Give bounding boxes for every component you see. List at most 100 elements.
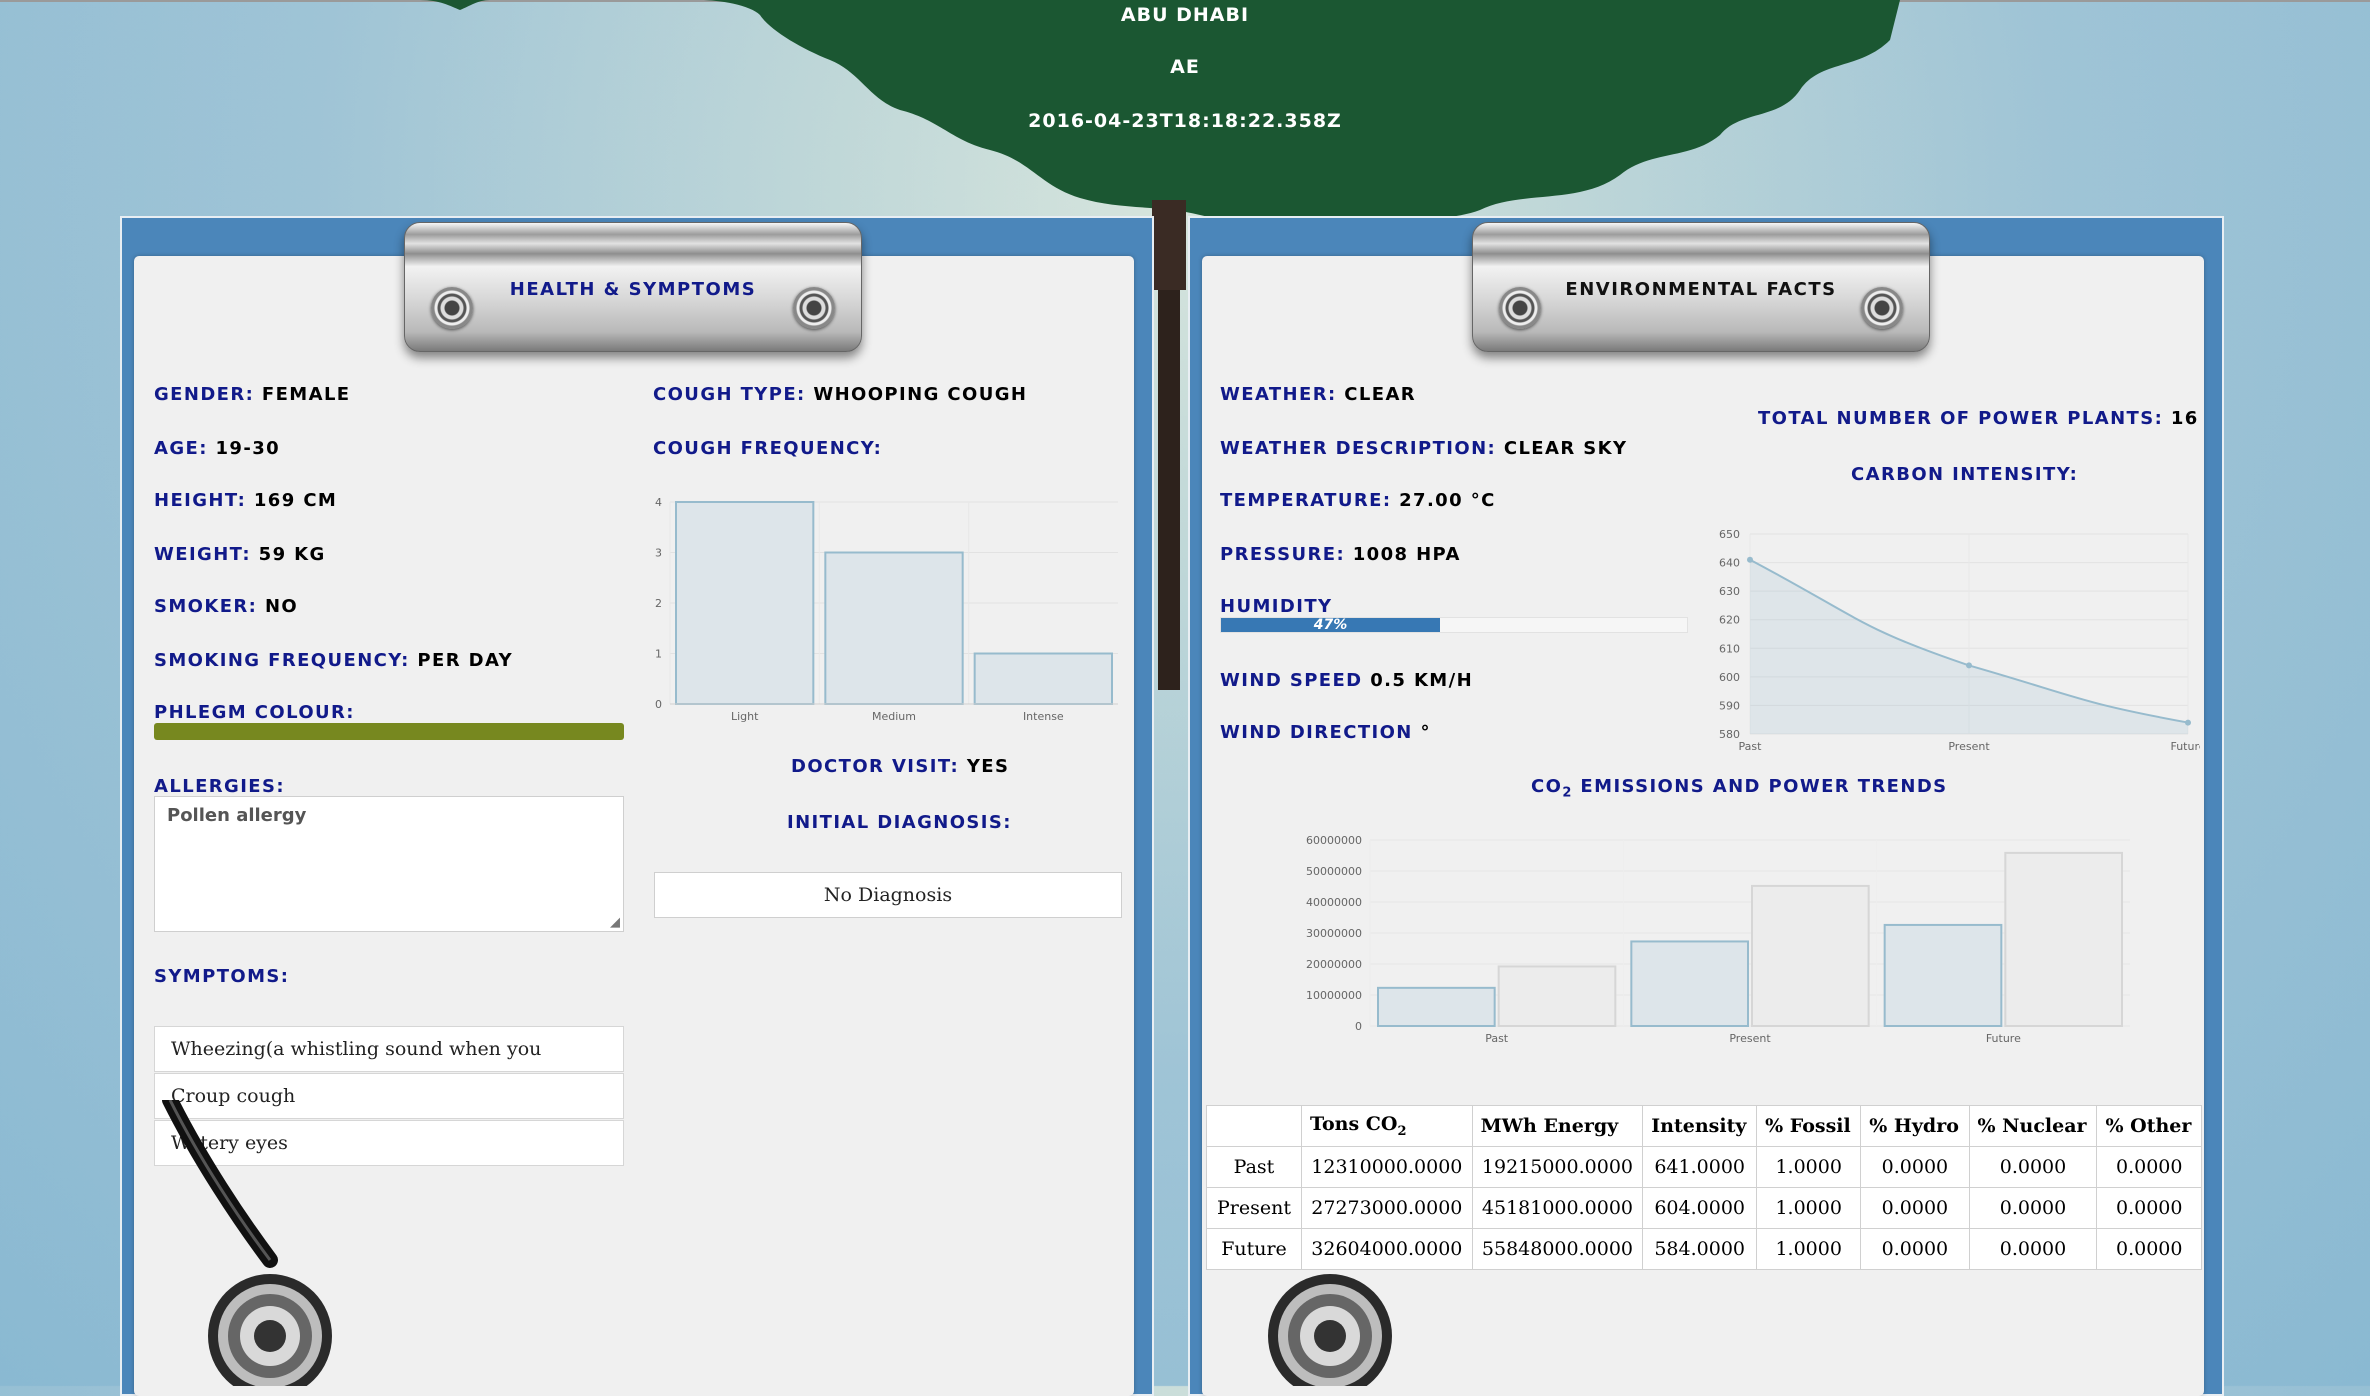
- temperature-value: 27.00 °C: [1399, 490, 1496, 511]
- y-tick-label: 580: [1719, 728, 1740, 741]
- age-value: 19-30: [215, 438, 281, 459]
- weight-value: 59 KG: [258, 544, 326, 565]
- table-row: Present 27273000.0000 45181000.0000 604.…: [1206, 1187, 2202, 1229]
- table-row: Past 12310000.0000 19215000.0000 641.000…: [1206, 1146, 2202, 1188]
- emissions-title-prefix: CO: [1531, 776, 1563, 797]
- cough-frequency-label: COUGH FREQUENCY:: [653, 438, 883, 459]
- x-tick-label: Present: [1948, 740, 1990, 753]
- humidity-percent: 47%: [1313, 617, 1348, 633]
- y-tick-label: 2: [655, 597, 662, 610]
- diagnosis-box: No Diagnosis: [654, 872, 1122, 918]
- stethoscope-image: [162, 1100, 332, 1386]
- table-cell: 1.0000: [1756, 1228, 1862, 1270]
- allergies-value: Pollen allergy: [167, 805, 307, 826]
- diagnosis-value: No Diagnosis: [823, 884, 953, 906]
- emissions-chart: 0 10000000 20000000 30000000 40000000 5000000…: [1306, 834, 2130, 1045]
- data-point: [2185, 719, 2191, 726]
- table-header-cell: Intensity: [1642, 1105, 1758, 1147]
- gender-field: GENDER: FEMALE: [154, 384, 351, 405]
- country-heading: AE: [1170, 56, 1200, 78]
- y-tick-label: 50000000: [1306, 865, 1362, 878]
- phlegm-colour-swatch: [154, 723, 624, 740]
- smoker-label: SMOKER:: [154, 596, 258, 617]
- table-cell: 0.0000: [1968, 1228, 2098, 1270]
- table-cell: 0.0000: [1968, 1146, 2098, 1188]
- table-cell: 0.0000: [1860, 1228, 1970, 1270]
- weather-value: CLEAR: [1344, 384, 1417, 405]
- age-label: AGE:: [154, 438, 208, 459]
- health-title: HEALTH & SYMPTOMS: [509, 279, 757, 300]
- timestamp-heading: 2016-04-23T18:18:22.358Z: [1028, 110, 1342, 132]
- doctor-visit-label: DOCTOR VISIT:: [791, 756, 960, 777]
- x-tick-label: Light: [731, 710, 759, 723]
- temperature-label: TEMPERATURE:: [1220, 490, 1392, 511]
- resize-handle-icon[interactable]: ◢: [610, 915, 620, 930]
- table-cell: 32604000.0000: [1301, 1228, 1473, 1270]
- wind-speed-value: 0.5 KM/H: [1370, 670, 1474, 691]
- weather-description-value: CLEAR SKY: [1503, 438, 1628, 459]
- y-tick-label: 1: [655, 648, 662, 661]
- humidity-progress-fill: 47%: [1221, 617, 1441, 633]
- emissions-title-sub: 2: [1562, 785, 1573, 801]
- allergies-textarea[interactable]: Pollen allergy ◢: [154, 796, 624, 932]
- weather-description-field: WEATHER DESCRIPTION: CLEAR SKY: [1220, 438, 1627, 459]
- humidity-label: HUMIDITY: [1220, 596, 1333, 617]
- wind-direction-value: °: [1420, 722, 1431, 743]
- temperature-field: TEMPERATURE: 27.00 °C: [1220, 490, 1496, 511]
- table-cell: 0.0000: [1860, 1187, 1970, 1229]
- cough-type-value: WHOOPING COUGH: [813, 384, 1028, 405]
- y-tick-label: 650: [1719, 528, 1740, 541]
- y-tick-label: 20000000: [1306, 958, 1362, 971]
- table-header-cell: % Nuclear: [1968, 1105, 2098, 1147]
- table-cell: Present: [1206, 1187, 1302, 1229]
- allergies-label: ALLERGIES:: [154, 776, 285, 797]
- y-tick-label: 30000000: [1306, 927, 1362, 940]
- cough-type-label: COUGH TYPE:: [653, 384, 806, 405]
- height-field: HEIGHT: 169 CM: [154, 490, 337, 511]
- bar: [675, 501, 815, 705]
- x-tick-label: Medium: [872, 710, 916, 723]
- table-cell: 55848000.0000: [1471, 1228, 1644, 1270]
- y-tick-label: 610: [1719, 642, 1740, 655]
- table-header-tons-co2: Tons CO2: [1301, 1105, 1473, 1147]
- gender-value: FEMALE: [261, 384, 351, 405]
- y-tick-label: 600: [1719, 671, 1740, 684]
- y-tick-label: 640: [1719, 557, 1740, 570]
- y-tick-label: 590: [1719, 699, 1740, 712]
- initial-diagnosis-heading: INITIAL DIAGNOSIS:: [787, 812, 1012, 833]
- x-tick-label: Present: [1729, 1032, 1771, 1045]
- power-plants-field: TOTAL NUMBER OF POWER PLANTS: 16: [1758, 408, 2199, 429]
- table-cell: 0.0000: [2096, 1228, 2202, 1270]
- table-row: Future 32604000.0000 55848000.0000 584.0…: [1206, 1228, 2202, 1270]
- table-cell: 0.0000: [2096, 1187, 2202, 1229]
- y-tick-label: 60000000: [1306, 834, 1362, 847]
- y-tick-label: 0: [655, 698, 662, 711]
- weather-description-label: WEATHER DESCRIPTION:: [1220, 438, 1497, 459]
- y-tick-label: 3: [655, 547, 662, 560]
- smoker-value: NO: [264, 596, 299, 617]
- allergies-field: ALLERGIES:: [154, 776, 285, 797]
- gender-label: GENDER:: [154, 384, 255, 405]
- smoking-frequency-field: SMOKING FREQUENCY: PER DAY: [154, 650, 513, 671]
- y-tick-label: 10000000: [1306, 989, 1362, 1002]
- environment-clip: ENVIRONMENTAL FACTS: [1472, 222, 1930, 352]
- humidity-progress-bar: 47%: [1220, 617, 1688, 633]
- wind-direction-label: WIND DIRECTION: [1220, 722, 1413, 743]
- x-tick-label: Future: [2170, 740, 2200, 753]
- x-tick-label: Future: [1986, 1032, 2021, 1045]
- symptoms-heading: SYMPTOMS:: [154, 966, 289, 987]
- smoking-frequency-label: SMOKING FREQUENCY:: [154, 650, 410, 671]
- initial-diagnosis-label: INITIAL DIAGNOSIS:: [787, 812, 1012, 833]
- pressure-field: PRESSURE: 1008 HPA: [1220, 544, 1461, 565]
- environment-title: ENVIRONMENTAL FACTS: [1565, 279, 1837, 300]
- table-cell: 0.0000: [2096, 1146, 2202, 1188]
- bar: [1751, 884, 1870, 1027]
- table-header-cell: [1206, 1105, 1302, 1147]
- table-header-cell: MWh Energy: [1471, 1105, 1644, 1147]
- table-cell: 0.0000: [1968, 1187, 2098, 1229]
- carbon-intensity-heading: CARBON INTENSITY:: [1851, 464, 2078, 485]
- power-plants-label: TOTAL NUMBER OF POWER PLANTS:: [1758, 408, 2164, 429]
- y-tick-label: 40000000: [1306, 896, 1362, 909]
- tree-trunk-lower: [1158, 290, 1180, 690]
- doctor-visit-value: YES: [966, 756, 1010, 777]
